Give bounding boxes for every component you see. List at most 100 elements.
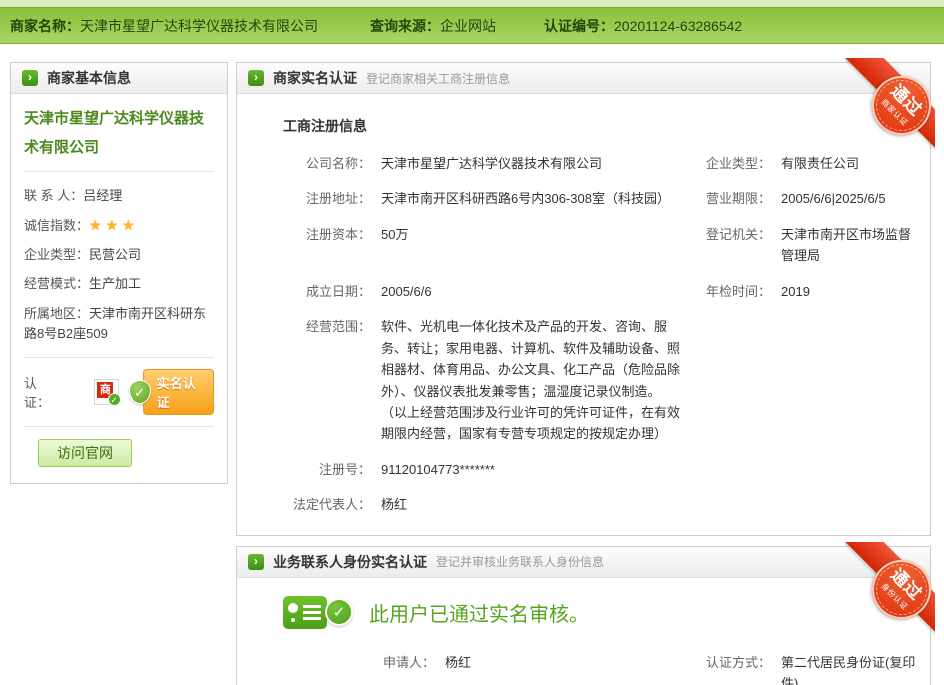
empty-cell <box>683 452 918 487</box>
credit-index-row: 诚信指数：★★★ <box>24 210 214 241</box>
merchant-realname-header: › 商家实名认证 登记商家相关工商注册信息 <box>237 63 930 94</box>
top-bar: 商家名称：天津市星望广达科学仪器技术有限公司 查询来源：企业网站 认证编号：20… <box>0 7 944 44</box>
registration-authority-field: 登记机关：天津市南开区市场监督管理局 <box>683 217 918 274</box>
method-label: 认证方式： <box>683 652 771 685</box>
realname-badge-label: 实名认证 <box>143 369 214 415</box>
applicant-field: 申请人： 杨红 <box>283 645 683 685</box>
method-value: 第二代居民身份证(复印件) <box>781 652 918 685</box>
registration-fields: 公司名称： 天津市星望广达科学仪器技术有限公司 企业类型： 有限责任公司 注册地址：… <box>237 146 930 535</box>
top-strip <box>0 0 944 7</box>
cert-number-label: 认证编号： <box>544 18 614 34</box>
query-source-label: 查询来源： <box>370 18 440 34</box>
field-label: 公司名称： <box>283 153 371 174</box>
field-label: 营业期限： <box>683 188 771 209</box>
field-label: 法定代表人： <box>283 494 371 515</box>
method-field: 认证方式： 第二代居民身份证(复印件) <box>683 645 918 685</box>
business-license-icon[interactable]: 商 ✓ <box>94 379 118 405</box>
field-label: 注册地址： <box>283 188 371 209</box>
contact-identity-title: 业务联系人身份实名认证 <box>273 552 427 572</box>
company-name-field: 公司名称： 天津市星望广达科学仪器技术有限公司 <box>283 146 683 181</box>
field-value: 杨红 <box>381 494 407 515</box>
business-scope-field: 经营范围：软件、光机电一体化技术及产品的开发、咨询、服务、转让；家用电器、计算机… <box>283 309 683 452</box>
certification-row: 认 证： 商 ✓ ✓ 实名认证 <box>24 367 214 417</box>
query-source-item: 查询来源：企业网站 <box>370 16 496 36</box>
certification-label: 认 证： <box>24 373 84 411</box>
field-value: 天津市南开区科研西路6号内306-308室（科技园） <box>381 188 670 209</box>
empty-cell <box>683 309 918 452</box>
business-term-field: 营业期限： 2005/6/6|2025/6/5 <box>683 181 918 216</box>
applicant-value: 杨红 <box>445 652 471 685</box>
field-value: 50万 <box>381 224 408 267</box>
contact-row: 联 系 人：吕经理 <box>24 181 214 210</box>
field-label: 登记机关： <box>683 224 771 267</box>
legal-representative-field: 法定代表人： 杨红 <box>283 487 683 522</box>
id-card-icon <box>283 596 327 629</box>
field-value: 天津市南开区市场监督管理局 <box>781 224 918 267</box>
query-source-value: 企业网站 <box>440 18 496 34</box>
merchant-name-value: 天津市星望广达科学仪器技术有限公司 <box>80 18 318 34</box>
field-label: 年检时间： <box>683 281 771 302</box>
sidebar-body: 天津市星望广达科学仪器技术有限公司 联 系 人：吕经理 诚信指数：★★★ 企业类… <box>11 94 227 483</box>
field-value: 91120104773******* <box>381 459 495 480</box>
chevron-right-icon: › <box>248 554 264 570</box>
main-column: › 商家实名认证 登记商家相关工商注册信息 通过 商家认证 工商注册信息 公司名… <box>236 62 931 685</box>
cert-number-value: 20201124-63286542 <box>614 18 742 34</box>
sidebar-company-name: 天津市星望广达科学仪器技术有限公司 <box>24 105 214 162</box>
contact-value: 吕经理 <box>83 188 122 203</box>
star-rating-icons: ★★★ <box>89 217 139 233</box>
divider <box>24 426 214 427</box>
field-label: 经营范围： <box>283 316 371 445</box>
registration-number-field: 注册号： 91120104773******* <box>283 452 683 487</box>
enterprise-type-label: 企业类型： <box>24 247 89 262</box>
field-label: 成立日期： <box>283 281 371 302</box>
contact-label: 联 系 人： <box>24 188 83 203</box>
field-value: 软件、光机电一体化技术及产品的开发、咨询、服务、转让；家用电器、计算机、软件及辅… <box>381 316 683 445</box>
annual-check-field: 年检时间： 2019 <box>683 274 918 309</box>
divider <box>24 357 214 358</box>
contact-identity-header: › 业务联系人身份实名认证 登记并审核业务联系人身份信息 <box>237 547 930 578</box>
field-value: 2005/6/6 <box>381 281 432 302</box>
identity-passed-message: 此用户已通过实名审核。 <box>369 598 589 627</box>
page-content: › 商家基本信息 天津市星望广达科学仪器技术有限公司 联 系 人：吕经理 诚信指… <box>0 44 944 685</box>
merchant-realname-title: 商家实名认证 <box>273 68 357 88</box>
field-label: 企业类型： <box>683 153 771 174</box>
field-label: 注册号： <box>283 459 371 480</box>
enterprise-type-row: 企业类型：民营公司 <box>24 241 214 270</box>
visit-website-button[interactable]: 访问官网 <box>38 439 132 467</box>
cert-number-item: 认证编号：20201124-63286542 <box>544 16 742 36</box>
business-model-label: 经营模式： <box>24 276 89 291</box>
establish-date-field: 成立日期： 2005/6/6 <box>283 274 683 309</box>
registered-address-field: 注册地址： 天津市南开区科研西路6号内306-308室（科技园） <box>283 181 683 216</box>
enterprise-type-field: 企业类型： 有限责任公司 <box>683 146 918 181</box>
chevron-right-icon: › <box>22 70 38 86</box>
identity-fields: 申请人： 杨红 认证方式： 第二代居民身份证(复印件) <box>283 635 918 685</box>
merchant-realname-panel: › 商家实名认证 登记商家相关工商注册信息 通过 商家认证 工商注册信息 公司名… <box>236 62 931 536</box>
check-icon: ✓ <box>108 393 121 406</box>
sidebar-header: › 商家基本信息 <box>11 63 227 94</box>
field-value: 有限责任公司 <box>781 153 859 174</box>
registration-info-title: 工商注册信息 <box>237 94 930 146</box>
merchant-info-panel: › 商家基本信息 天津市星望广达科学仪器技术有限公司 联 系 人：吕经理 诚信指… <box>10 62 228 484</box>
region-label: 所属地区： <box>24 306 89 321</box>
realname-cert-badge[interactable]: ✓ 实名认证 <box>129 379 214 405</box>
identity-result-line: ✓ 此用户已通过实名审核。 <box>283 596 918 629</box>
enterprise-type-value: 民营公司 <box>89 247 141 262</box>
identity-body: ✓ 此用户已通过实名审核。 申请人： 杨红 认证方式： 第二代居民身份证(复印件) <box>237 578 930 685</box>
business-model-value: 生产加工 <box>89 276 141 291</box>
merchant-name-item: 商家名称：天津市星望广达科学仪器技术有限公司 <box>10 16 318 36</box>
contact-identity-subtitle: 登记并审核业务联系人身份信息 <box>436 553 604 570</box>
sidebar-title: 商家基本信息 <box>47 68 131 88</box>
field-label: 注册资本： <box>283 224 371 267</box>
chevron-right-icon: › <box>248 70 264 86</box>
registered-capital-field: 注册资本： 50万 <box>283 217 683 274</box>
region-row: 所属地区：天津市南开区科研东路8号B2座509 <box>24 299 214 348</box>
field-value: 2019 <box>781 281 810 302</box>
field-value: 2005/6/6|2025/6/5 <box>781 188 886 209</box>
business-model-row: 经营模式：生产加工 <box>24 270 214 299</box>
applicant-label: 申请人： <box>283 652 435 685</box>
check-circle-icon: ✓ <box>325 598 353 626</box>
contact-identity-panel: › 业务联系人身份实名认证 登记并审核业务联系人身份信息 通过 身份认证 ✓ 此… <box>236 546 931 685</box>
empty-cell <box>683 487 918 522</box>
credit-index-label: 诚信指数： <box>24 218 89 233</box>
field-value: 天津市星望广达科学仪器技术有限公司 <box>381 153 602 174</box>
